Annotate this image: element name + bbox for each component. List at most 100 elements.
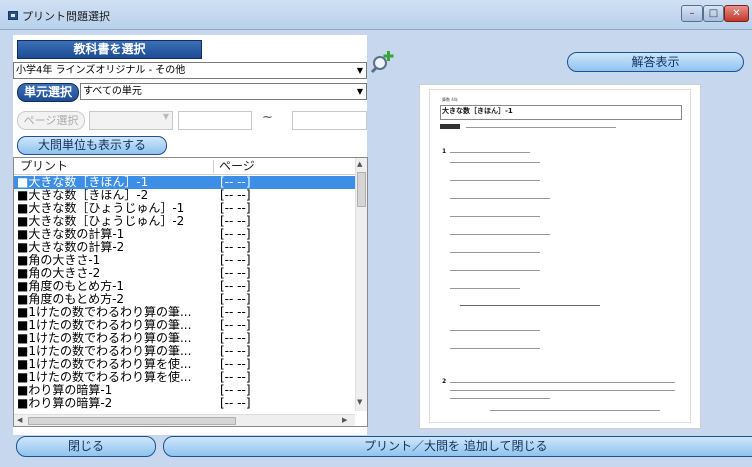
scroll-down-icon[interactable]: ▼ bbox=[357, 398, 362, 406]
list-item[interactable]: ■1けたの数でわるわり算の筆... [-- --] bbox=[14, 319, 355, 332]
worksheet-line bbox=[450, 398, 550, 399]
list-item-name: ■角度のもとめ方-2 bbox=[17, 293, 125, 306]
title-bar: プリント問題選択 – □ ✕ bbox=[0, 0, 752, 30]
add-and-close-label: プリント／大問を 追加して閉じる bbox=[364, 439, 548, 453]
list-item[interactable]: ■1けたの数でわるわり算を使... [-- --] bbox=[14, 371, 355, 384]
worksheet-grade: 算数 4年 bbox=[442, 97, 458, 102]
add-and-close-button[interactable]: プリント／大問を 追加して閉じる bbox=[163, 436, 752, 457]
list-item-name: ■1けたの数でわるわり算の筆... bbox=[17, 319, 192, 332]
print-list[interactable]: プリント ページ ■大きな数［きほん］-1 [-- --] ■大きな数［きほん］-2… bbox=[13, 157, 368, 427]
list-header: プリント ページ bbox=[14, 158, 355, 175]
textbook-select-value: 小学4年 ラインズオリジナル - その他 bbox=[16, 65, 186, 76]
chevron-down-icon: ▼ bbox=[356, 66, 364, 75]
list-item-name: ■大きな数の計算-1 bbox=[17, 228, 125, 241]
worksheet-instruction-line bbox=[466, 127, 616, 128]
list-item-name: ■1けたの数でわるわり算の筆... bbox=[17, 332, 192, 345]
minimize-button[interactable]: – bbox=[681, 5, 703, 22]
scroll-up-icon[interactable]: ▲ bbox=[357, 160, 362, 168]
list-item-name: ■1けたの数でわるわり算を使... bbox=[17, 371, 192, 384]
worksheet-page: 算数 4年 大きな数［きほん］-1 1 2 bbox=[429, 89, 691, 423]
page-select-dropdown[interactable]: ▼ bbox=[89, 111, 173, 130]
page-select-button[interactable]: ページ選択 bbox=[17, 111, 85, 130]
list-item[interactable]: ■1けたの数でわるわり算の筆... [-- --] bbox=[14, 345, 355, 358]
list-item[interactable]: ■角の大きさ-2 [-- --] bbox=[14, 267, 355, 280]
worksheet-line bbox=[450, 152, 530, 153]
worksheet-label-bar bbox=[440, 124, 460, 129]
textbook-select[interactable]: 小学4年 ラインズオリジナル - その他 ▼ bbox=[13, 62, 367, 79]
list-item[interactable]: ■大きな数［ひょうじゅん］-1 [-- --] bbox=[14, 202, 355, 215]
worksheet-line bbox=[450, 198, 550, 199]
list-item[interactable]: ■角度のもとめ方-1 [-- --] bbox=[14, 280, 355, 293]
worksheet-number-line bbox=[460, 305, 600, 306]
chevron-down-icon: ▼ bbox=[356, 87, 364, 96]
show-daimon-button[interactable]: 大問単位も表示する bbox=[17, 136, 167, 155]
page-to-input[interactable] bbox=[292, 111, 367, 130]
worksheet-line bbox=[450, 390, 675, 391]
textbook-select-title: 教科書を選択 bbox=[17, 40, 202, 59]
list-item[interactable]: ■大きな数［きほん］-2 [-- --] bbox=[14, 189, 355, 202]
list-item[interactable]: ■1けたの数でわるわり算を使... [-- --] bbox=[14, 358, 355, 371]
maximize-button[interactable]: □ bbox=[703, 5, 724, 22]
list-item-name: ■大きな数［きほん］-2 bbox=[17, 189, 149, 202]
worksheet-line bbox=[450, 348, 540, 349]
worksheet-answer-line bbox=[490, 410, 660, 411]
unit-select[interactable]: すべての単元 ▼ bbox=[80, 83, 367, 100]
show-answer-button[interactable]: 解答表示 bbox=[567, 52, 744, 72]
list-item[interactable]: ■角度のもとめ方-2 [-- --] bbox=[14, 293, 355, 306]
app-icon bbox=[8, 11, 18, 20]
worksheet-line bbox=[450, 288, 520, 289]
list-item[interactable]: ■1けたの数でわるわり算の筆... [-- --] bbox=[14, 332, 355, 345]
list-item-name: ■大きな数［ひょうじゅん］-1 bbox=[17, 202, 185, 215]
vertical-scrollbar[interactable]: ▲ ▼ bbox=[355, 158, 367, 411]
worksheet-line bbox=[450, 180, 540, 181]
print-preview: 算数 4年 大きな数［きほん］-1 1 2 bbox=[419, 84, 701, 429]
worksheet-line bbox=[450, 330, 540, 331]
list-item-name: ■わり算の暗算-1 bbox=[17, 384, 113, 397]
scroll-right-icon[interactable]: ▶ bbox=[342, 416, 347, 424]
zoom-in-icon[interactable] bbox=[370, 48, 396, 74]
list-item-name: ■1けたの数でわるわり算を使... bbox=[17, 358, 192, 371]
worksheet-question-2: 2 bbox=[442, 378, 447, 385]
list-item-name: ■角の大きさ-2 bbox=[17, 267, 101, 280]
list-item-name: ■1けたの数でわるわり算の筆... bbox=[17, 345, 192, 358]
worksheet-line bbox=[450, 270, 540, 271]
range-separator: ~ bbox=[262, 110, 273, 125]
list-item-name: ■大きな数［ひょうじゅん］-2 bbox=[17, 215, 185, 228]
list-item[interactable]: ■角の大きさ-1 [-- --] bbox=[14, 254, 355, 267]
vertical-scroll-thumb[interactable] bbox=[357, 172, 366, 207]
close-button[interactable]: 閉じる bbox=[16, 436, 156, 457]
worksheet-line bbox=[450, 234, 550, 235]
window-title: プリント問題選択 bbox=[22, 10, 110, 23]
column-header-page[interactable]: ページ bbox=[219, 158, 255, 175]
list-item[interactable]: ■大きな数の計算-1 [-- --] bbox=[14, 228, 355, 241]
list-item[interactable]: ■大きな数の計算-2 [-- --] bbox=[14, 241, 355, 254]
list-item-name: ■大きな数［きほん］-1 bbox=[17, 176, 149, 189]
window-close-button[interactable]: ✕ bbox=[724, 5, 749, 22]
chevron-down-icon: ▼ bbox=[162, 112, 170, 121]
horizontal-scrollbar[interactable]: ◀ ▶ bbox=[14, 414, 355, 426]
list-item-name: ■大きな数の計算-2 bbox=[17, 241, 125, 254]
horizontal-scroll-thumb[interactable] bbox=[28, 417, 236, 425]
list-item-name: ■1けたの数でわるわり算の筆... bbox=[17, 306, 192, 319]
list-item[interactable]: ■わり算の暗算-1 [-- --] bbox=[14, 384, 355, 397]
worksheet-line bbox=[450, 216, 540, 217]
list-item[interactable]: ■大きな数［ひょうじゅん］-2 [-- --] bbox=[14, 215, 355, 228]
worksheet-line bbox=[450, 382, 675, 383]
column-header-print[interactable]: プリント bbox=[20, 158, 68, 175]
list-item-name: ■わり算の暗算-2 bbox=[17, 397, 113, 410]
column-divider bbox=[213, 160, 214, 173]
list-item[interactable]: ■わり算の暗算-2 [-- --] bbox=[14, 397, 355, 410]
worksheet-title: 大きな数［きほん］-1 bbox=[442, 107, 513, 115]
scroll-left-icon[interactable]: ◀ bbox=[17, 416, 22, 424]
worksheet-line bbox=[450, 252, 540, 253]
list-item-name: ■角度のもとめ方-1 bbox=[17, 280, 125, 293]
list-item[interactable]: ■1けたの数でわるわり算の筆... [-- --] bbox=[14, 306, 355, 319]
unit-select-button[interactable]: 単元選択 bbox=[17, 83, 79, 102]
worksheet-line bbox=[450, 162, 540, 163]
unit-select-value: すべての単元 bbox=[83, 86, 142, 97]
worksheet-question-1: 1 bbox=[442, 148, 447, 155]
page-from-input[interactable] bbox=[178, 111, 252, 130]
list-item-page: [-- --] bbox=[220, 396, 251, 410]
list-item[interactable]: ■大きな数［きほん］-1 [-- --] bbox=[14, 176, 355, 189]
list-item-name: ■角の大きさ-1 bbox=[17, 254, 101, 267]
